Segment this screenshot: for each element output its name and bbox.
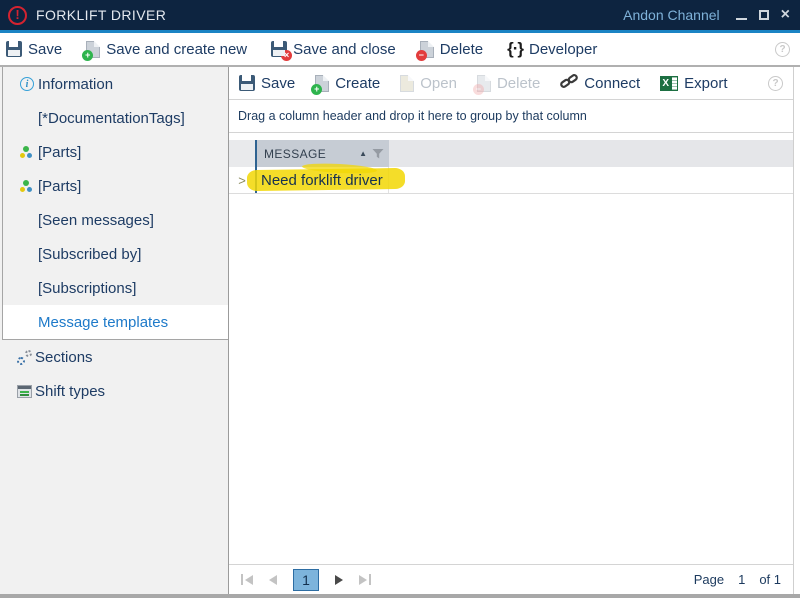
- save-and-create-new-button[interactable]: + Save and create new: [86, 41, 247, 58]
- current-page-box[interactable]: 1: [293, 569, 319, 591]
- sidebar-item-subscriptions[interactable]: [Subscriptions]: [3, 271, 228, 305]
- last-page-button[interactable]: [359, 574, 371, 585]
- row-filler: [389, 167, 793, 193]
- help-icon[interactable]: ?: [775, 42, 790, 57]
- grid-delete-button[interactable]: − Delete: [477, 75, 540, 92]
- group-by-drop-zone[interactable]: Drag a column header and drop it here to…: [229, 100, 793, 133]
- grid-empty-area: [229, 194, 793, 564]
- sidebar-item-seen-messages[interactable]: [Seen messages]: [3, 203, 228, 237]
- chain-link-icon: [560, 73, 578, 93]
- info-icon: i: [20, 77, 34, 91]
- sidebar-item-shift-types[interactable]: Shift types: [0, 374, 228, 408]
- gears-icon: [17, 350, 33, 365]
- sidebar-item-subscribed-by[interactable]: [Subscribed by]: [3, 237, 228, 271]
- page-plus-icon: +: [86, 41, 100, 58]
- save-button[interactable]: Save: [6, 41, 62, 58]
- parts-icon: [20, 146, 33, 159]
- sidebar-item-sections[interactable]: Sections: [0, 340, 228, 374]
- warning-icon: !: [8, 6, 27, 25]
- content-area: Save + Create Open − Delete: [229, 67, 794, 594]
- developer-icon: {·}: [507, 39, 523, 59]
- sort-ascending-icon[interactable]: ▲: [359, 149, 367, 158]
- floppy-save-icon: [239, 75, 255, 91]
- sidebar-item-parts-2[interactable]: [Parts]: [3, 169, 228, 203]
- app-window: ! FORKLIFT DRIVER Andon Channel × Save +…: [0, 0, 800, 600]
- grid-save-button[interactable]: Save: [239, 75, 295, 92]
- next-page-button[interactable]: [335, 575, 343, 585]
- save-and-close-button[interactable]: × Save and close: [271, 41, 396, 58]
- grid-export-button[interactable]: X Export: [660, 75, 727, 92]
- row-indicator-header-cell: [229, 140, 255, 167]
- page-minus-icon: −: [477, 75, 491, 92]
- channel-label: Andon Channel: [623, 7, 720, 23]
- grid-create-button[interactable]: + Create: [315, 75, 380, 92]
- page-plus-icon: +: [315, 75, 329, 92]
- previous-page-button[interactable]: [269, 575, 277, 585]
- developer-button[interactable]: {·} Developer: [507, 39, 597, 59]
- pagination-bar: 1 Page 1 of 1: [229, 564, 793, 594]
- floppy-save-icon: [6, 41, 22, 57]
- row-chevron-icon: >: [238, 173, 246, 188]
- page-minus-icon: −: [420, 41, 434, 58]
- page-of-label: of 1: [759, 572, 781, 587]
- close-button[interactable]: ×: [781, 8, 790, 22]
- help-icon[interactable]: ?: [768, 76, 783, 91]
- content-toolbar: Save + Create Open − Delete: [229, 67, 793, 100]
- shift-grid-icon: [17, 385, 32, 398]
- sidebar-item-message-templates[interactable]: Message templates: [3, 305, 228, 339]
- title-bar: ! FORKLIFT DRIVER Andon Channel ×: [0, 0, 800, 30]
- excel-icon: X: [660, 76, 678, 91]
- parts-icon: [20, 180, 33, 193]
- table-row[interactable]: > Need forklift driver: [229, 167, 793, 194]
- minimize-button[interactable]: [736, 18, 747, 20]
- message-cell[interactable]: Need forklift driver: [255, 167, 389, 193]
- sidebar-item-parts-1[interactable]: [Parts]: [3, 135, 228, 169]
- grid-open-button[interactable]: Open: [400, 75, 457, 92]
- delete-button[interactable]: − Delete: [420, 41, 483, 58]
- maximize-button[interactable]: [759, 10, 769, 20]
- page-number-label: 1: [738, 572, 745, 587]
- window-title: FORKLIFT DRIVER: [36, 7, 166, 23]
- floppy-close-icon: ×: [271, 41, 287, 57]
- grid-connect-button[interactable]: Connect: [560, 73, 640, 93]
- first-page-button[interactable]: [241, 574, 253, 585]
- sidebar-tab-panel: i Information [*DocumentationTags] [Part…: [2, 67, 228, 340]
- sidebar-item-information[interactable]: i Information: [3, 67, 228, 101]
- sidebar: i Information [*DocumentationTags] [Part…: [0, 67, 229, 594]
- page-word-label: Page: [694, 572, 724, 587]
- filter-icon[interactable]: [372, 148, 384, 160]
- page-open-icon: [400, 75, 414, 92]
- header-filler: [389, 140, 793, 167]
- main-toolbar: Save + Save and create new × Save and cl…: [0, 33, 800, 67]
- sidebar-item-documentationtags[interactable]: [*DocumentationTags]: [3, 101, 228, 135]
